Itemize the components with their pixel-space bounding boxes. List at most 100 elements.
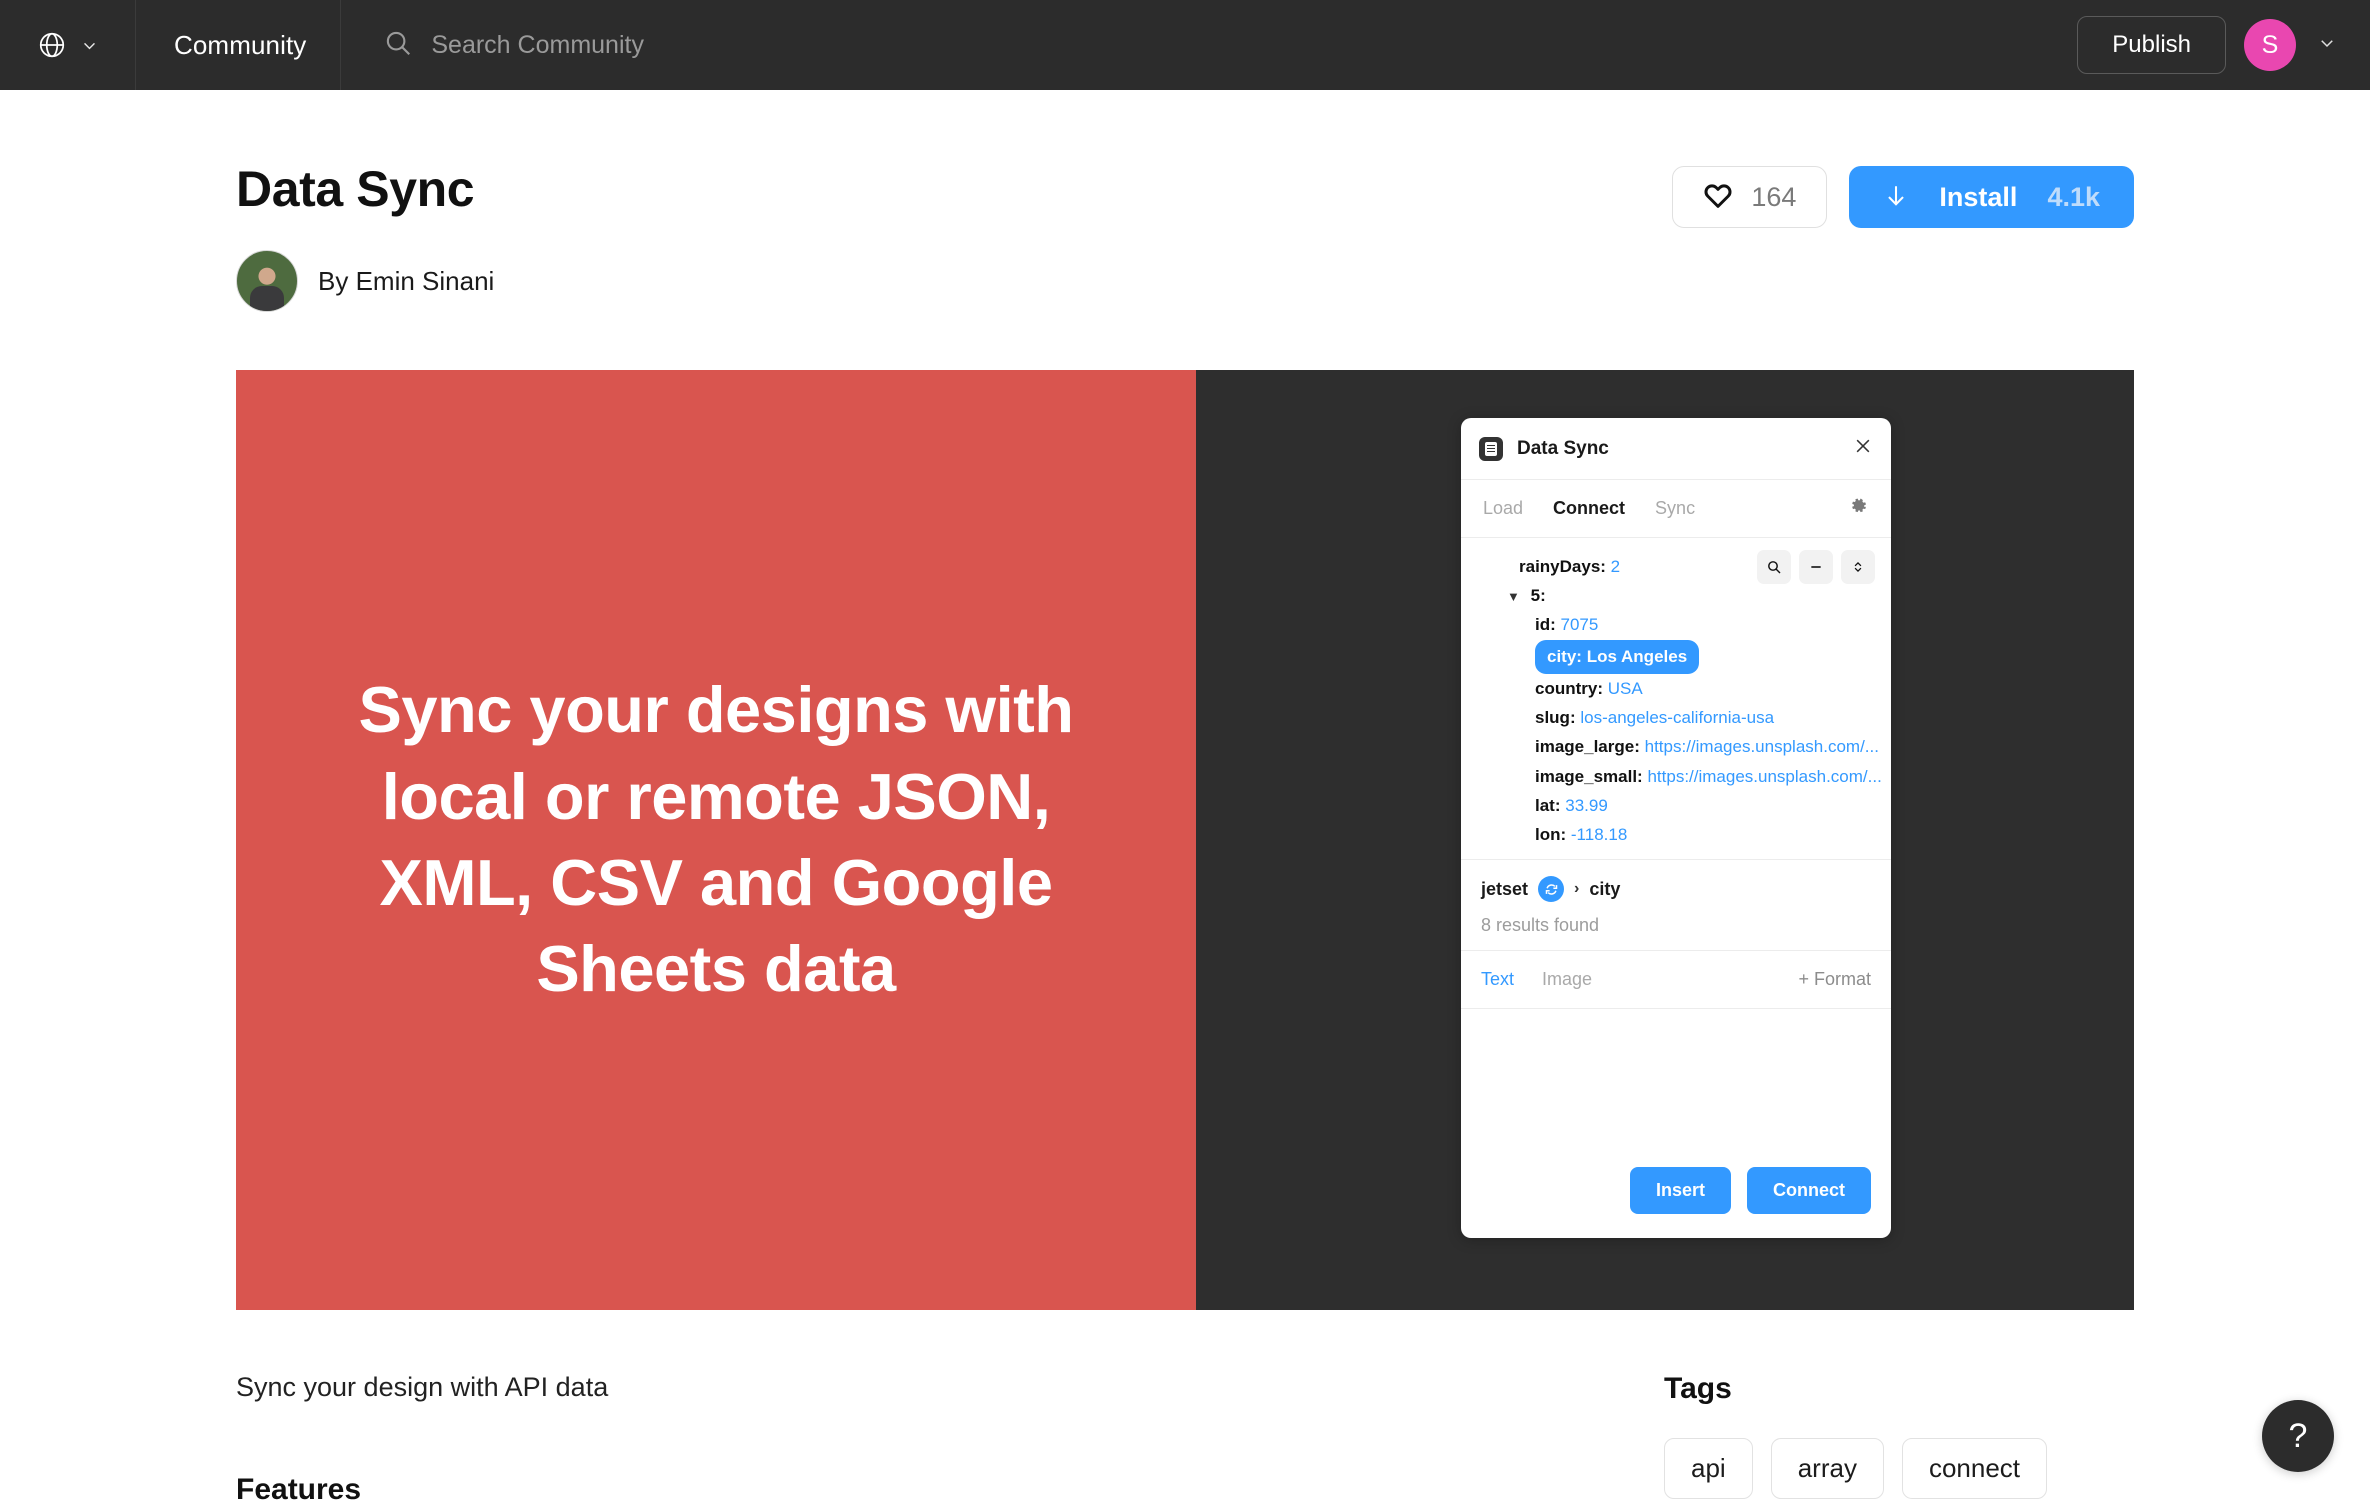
add-format-button[interactable]: + Format	[1798, 969, 1871, 990]
top-navigation-bar: Community Publish S	[0, 0, 2370, 90]
tag-item[interactable]: connect	[1901, 1438, 2048, 1499]
tree-value: los-angeles-california-usa	[1580, 708, 1775, 728]
chevron-down-icon	[81, 37, 98, 54]
breadcrumb-row: jetset › city	[1481, 876, 1871, 903]
tree-row[interactable]: country: USA	[1477, 674, 1875, 703]
tree-value: USA	[1607, 678, 1643, 698]
panel-empty-area	[1461, 1009, 1891, 1167]
tree-row[interactable]: id: 7075	[1477, 610, 1875, 639]
tab-text[interactable]: Text	[1481, 969, 1514, 990]
description-text: Sync your design with API data	[236, 1372, 609, 1402]
heart-icon	[1703, 181, 1733, 214]
breadcrumb: jetset › city 8 results found	[1461, 860, 1891, 952]
plugin-header: Data Sync By Emin Sinani 164 Install 4.1…	[236, 90, 2134, 312]
search-icon[interactable]	[1757, 550, 1791, 584]
author-prefix: By	[318, 265, 349, 296]
topbar-right-controls: Publish S	[2077, 16, 2370, 74]
tree-value: 2	[1610, 557, 1621, 576]
tree-value: https://images.unsplash.com/...	[1647, 766, 1882, 786]
publish-button[interactable]: Publish	[2077, 16, 2226, 74]
tags-column: Tags api array connect	[1664, 1372, 2134, 1502]
tree-key: country:	[1535, 678, 1603, 698]
install-count: 4.1k	[2047, 181, 2100, 212]
tree-row[interactable]: image_small: https://images.unsplash.com…	[1477, 762, 1882, 791]
tab-connect[interactable]: Connect	[1553, 498, 1625, 519]
like-count: 164	[1751, 181, 1797, 212]
help-button[interactable]: ?	[2262, 1400, 2334, 1472]
tree-value: Los Angeles	[1586, 646, 1688, 666]
plugin-actions: 164 Install 4.1k	[1672, 160, 2134, 228]
nav-community-link[interactable]: Community	[136, 0, 342, 90]
tab-sync[interactable]: Sync	[1655, 498, 1695, 519]
mock-panel-title: Data Sync	[1517, 437, 1609, 459]
install-label: Install	[1939, 181, 2018, 212]
document-icon	[1479, 436, 1503, 461]
minus-icon[interactable]	[1799, 550, 1833, 584]
format-tabs: Text Image + Format	[1461, 951, 1891, 1010]
tree-row[interactable]: image_large: https://images.unsplash.com…	[1477, 732, 1879, 761]
globe-icon	[37, 30, 67, 60]
tree-row[interactable]: city: Los Angeles	[1477, 639, 1875, 674]
tree-key: city:	[1547, 646, 1582, 666]
search-input[interactable]	[431, 30, 952, 60]
tree-node-label: 5:	[1530, 586, 1546, 606]
cover-image: Sync your designs with local or remote J…	[236, 370, 2134, 1310]
author-name-text: Emin Sinani	[355, 265, 495, 296]
avatar[interactable]: S	[2244, 19, 2296, 71]
panel-footer: Insert Connect	[1461, 1167, 1891, 1238]
author-row[interactable]: By Emin Sinani	[236, 250, 494, 312]
tag-item[interactable]: array	[1770, 1438, 1884, 1499]
tree-row[interactable]: lat: 33.99	[1477, 791, 1875, 820]
tree-row-selected[interactable]: city: Los Angeles	[1535, 639, 1700, 674]
search-icon	[383, 28, 413, 63]
plugin-detail-page: Data Sync By Emin Sinani 164 Install 4.1…	[0, 90, 2370, 1502]
tag-item[interactable]: api	[1664, 1438, 1753, 1499]
connect-button[interactable]: Connect	[1747, 1167, 1871, 1214]
tree-key: lat:	[1535, 795, 1561, 815]
install-button[interactable]: Install 4.1k	[1849, 166, 2134, 228]
breadcrumb-separator: ›	[1574, 880, 1580, 898]
caret-down-icon[interactable]: ▼	[1507, 589, 1520, 604]
tree-key: id:	[1535, 615, 1556, 635]
stepper-icon[interactable]	[1841, 550, 1875, 584]
features-heading: Features	[236, 1473, 362, 1502]
tree-toolbar	[1757, 550, 1875, 584]
plugin-identity: Data Sync By Emin Sinani	[236, 160, 494, 312]
gear-icon[interactable]	[1847, 495, 1869, 522]
tree-row[interactable]: slug: los-angeles-california-usa	[1477, 703, 1875, 732]
tree-key: rainyDays:	[1519, 557, 1606, 576]
download-arrow-icon	[1883, 182, 1909, 213]
tree-value: 33.99	[1565, 795, 1608, 815]
page-title: Data Sync	[236, 161, 475, 217]
like-button[interactable]: 164	[1672, 166, 1828, 228]
tree-row-node-index[interactable]: ▼ 5:	[1477, 581, 1875, 610]
details-section: Sync your design with API data Features …	[236, 1310, 2134, 1502]
cover-left-panel: Sync your designs with local or remote J…	[236, 370, 1196, 1310]
tree-key: slug:	[1535, 708, 1576, 728]
tree-key: image_large:	[1535, 737, 1640, 757]
cover-right-panel: Data Sync Load Connect Sync rainyDays: 2…	[1196, 370, 2134, 1310]
close-icon[interactable]	[1853, 436, 1873, 461]
plugin-mock-panel: Data Sync Load Connect Sync rainyDays: 2…	[1461, 418, 1891, 1238]
tree-value: 7075	[1560, 615, 1599, 635]
search-container[interactable]	[341, 0, 2077, 90]
tree-value: -118.18	[1570, 825, 1628, 845]
tab-load[interactable]: Load	[1483, 498, 1523, 519]
breadcrumb-leaf[interactable]: city	[1589, 879, 1620, 900]
author-name[interactable]: By Emin Sinani	[318, 266, 494, 297]
tree-row[interactable]: lon: -118.18	[1477, 820, 1875, 849]
cover-hero-text: Sync your designs with local or remote J…	[358, 673, 1074, 1006]
json-tree: rainyDays: 2 ▼ 5: id: 7075 city: Los Ang…	[1461, 538, 1891, 861]
account-chevron-down-icon[interactable]	[2318, 34, 2336, 57]
sync-icon[interactable]	[1538, 876, 1565, 903]
author-avatar	[236, 250, 298, 312]
insert-button[interactable]: Insert	[1629, 1167, 1731, 1214]
tags-heading: Tags	[1664, 1372, 1732, 1405]
tree-value: https://images.unsplash.com/...	[1644, 737, 1879, 757]
tag-list: api array connect	[1664, 1438, 2134, 1499]
mock-panel-header: Data Sync	[1461, 418, 1891, 480]
globe-menu-button[interactable]	[0, 0, 136, 90]
breadcrumb-root[interactable]: jetset	[1481, 879, 1528, 900]
results-count: 8 results found	[1481, 915, 1600, 936]
tab-image[interactable]: Image	[1542, 969, 1592, 990]
